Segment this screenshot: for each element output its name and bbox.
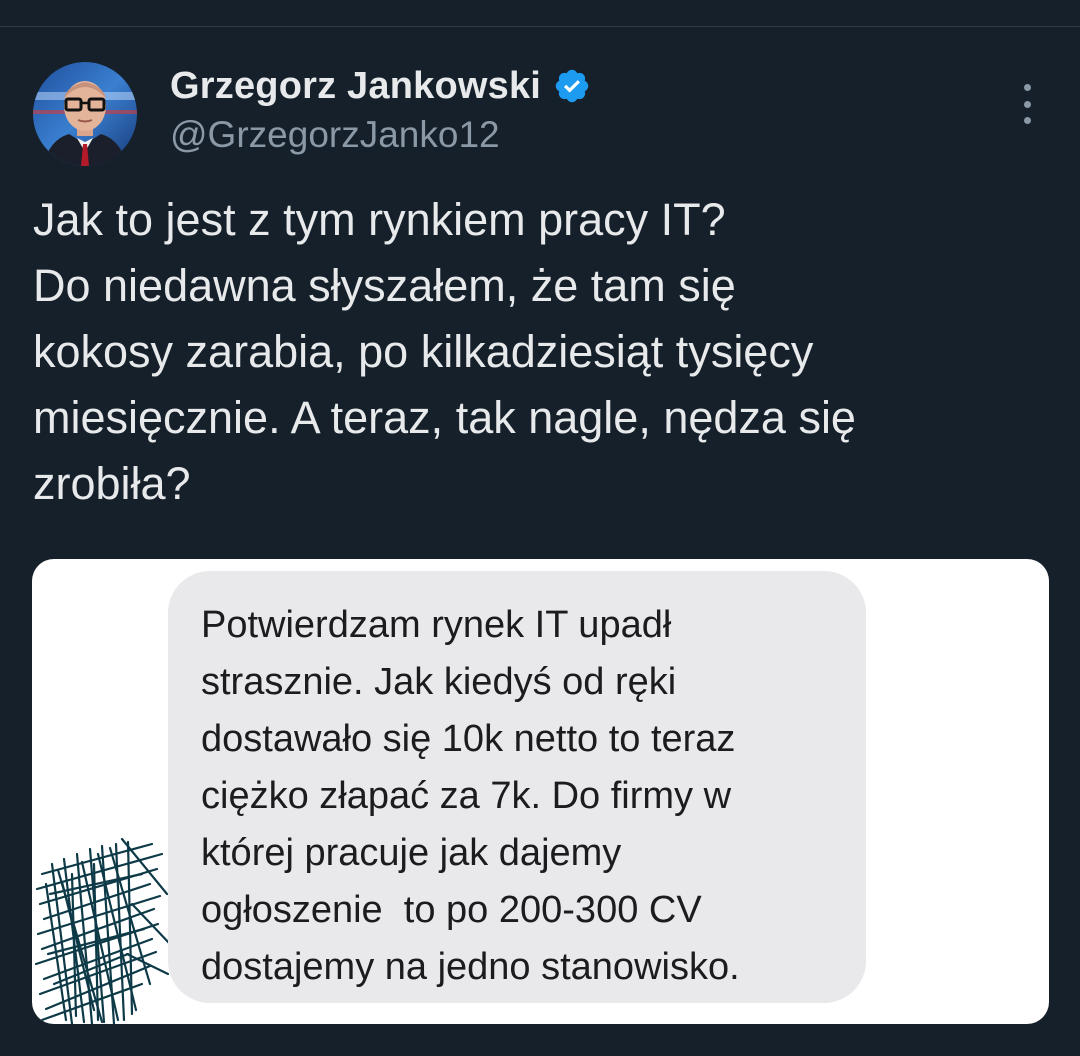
tweet-text: Jak to jest z tym rynkiem pracy IT? Do n… <box>33 194 856 509</box>
verified-badge-icon[interactable] <box>553 67 591 105</box>
tweet-media-image[interactable]: Potwierdzam rynek IT upadł strasznie. Ja… <box>32 559 1049 1024</box>
message-bubble: Potwierdzam rynek IT upadł strasznie. Ja… <box>168 571 866 1003</box>
avatar-image <box>33 62 137 166</box>
more-options-icon[interactable] <box>1014 84 1040 124</box>
tweet-view: Grzegorz Jankowski @GrzegorzJanko12 Jak … <box>0 0 1080 1056</box>
author-name[interactable]: Grzegorz Jankowski <box>170 65 541 108</box>
author-handle[interactable]: @GrzegorzJanko12 <box>170 114 591 156</box>
avatar[interactable] <box>33 62 137 166</box>
divider <box>0 26 1080 27</box>
message-text: Potwierdzam rynek IT upadł strasznie. Ja… <box>201 604 740 988</box>
redaction-scribble <box>34 837 172 1024</box>
author-row: Grzegorz Jankowski <box>170 60 591 112</box>
tweet-header: Grzegorz Jankowski @GrzegorzJanko12 <box>170 60 591 156</box>
